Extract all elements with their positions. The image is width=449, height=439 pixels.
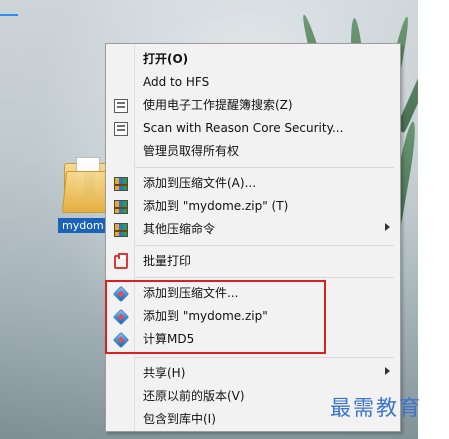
menu-item-label: 添加到压缩文件...	[143, 286, 239, 300]
menu-separator	[135, 245, 394, 246]
menu-item-label: 添加到压缩文件(A)...	[143, 176, 257, 190]
window-edge	[418, 0, 449, 439]
menu-item-other-compress-commands[interactable]: 其他压缩命令	[106, 218, 400, 241]
print-icon	[114, 253, 128, 269]
context-menu: 打开(O) Add to HFS 使用电子工作提醒簿搜索(Z) Scan wit…	[105, 43, 401, 432]
menu-item-add-to-archive-360[interactable]: 添加到压缩文件...	[106, 282, 400, 305]
menu-item-label: 计算MD5	[143, 332, 195, 346]
winrar-icon	[114, 223, 128, 237]
menu-item-label: 使用电子工作提醒簿搜索(Z)	[143, 98, 293, 112]
menu-item-label: Scan with Reason Core Security...	[143, 121, 344, 135]
menu-item-calculate-md5[interactable]: 计算MD5	[106, 328, 400, 351]
menu-item-share[interactable]: 共享(H)	[106, 362, 400, 385]
menu-separator	[135, 357, 394, 358]
folder-icon	[61, 155, 113, 213]
menu-item-label: Add to HFS	[143, 75, 210, 89]
watermark: 最需教育	[330, 396, 422, 420]
menu-item-label: 包含到库中(I)	[143, 412, 216, 426]
submenu-arrow-icon	[385, 367, 390, 375]
menu-item-label: 打开(O)	[143, 52, 189, 66]
document-search-icon	[114, 99, 128, 113]
menu-item-label: 其他压缩命令	[143, 222, 216, 236]
submenu-arrow-icon	[385, 223, 390, 231]
menu-item-add-to-mydome-zip[interactable]: 添加到 "mydome.zip" (T)	[106, 195, 400, 218]
accent-line	[0, 14, 18, 16]
menu-item-label: 共享(H)	[143, 366, 186, 380]
menu-item-add-to-archive[interactable]: 添加到压缩文件(A)...	[106, 172, 400, 195]
winrar-icon	[114, 200, 128, 214]
menu-separator	[135, 277, 394, 278]
menu-item-batch-print[interactable]: 批量打印	[106, 250, 400, 273]
menu-item-label: 还原以前的版本(V)	[143, 389, 245, 403]
menu-item-label: 管理员取得所有权	[143, 144, 240, 158]
document-scan-icon	[114, 122, 128, 136]
menu-item-label: 批量打印	[143, 254, 192, 268]
menu-item-scan-reason-core[interactable]: Scan with Reason Core Security...	[106, 117, 400, 140]
menu-item-take-ownership[interactable]: 管理员取得所有权	[106, 140, 400, 163]
menu-item-add-to-hfs[interactable]: Add to HFS	[106, 71, 400, 94]
menu-item-open[interactable]: 打开(O)	[106, 48, 400, 71]
menu-item-label: 添加到 "mydome.zip"	[143, 309, 268, 323]
menu-item-label: 添加到 "mydome.zip" (T)	[143, 199, 289, 213]
winrar-icon	[114, 177, 128, 191]
menu-item-search-reminder[interactable]: 使用电子工作提醒簿搜索(Z)	[106, 94, 400, 117]
menu-separator	[135, 167, 394, 168]
cube-icon	[112, 308, 130, 326]
menu-item-add-to-mydome-zip-360[interactable]: 添加到 "mydome.zip"	[106, 305, 400, 328]
cube-icon	[112, 331, 130, 349]
cube-icon	[112, 285, 130, 303]
